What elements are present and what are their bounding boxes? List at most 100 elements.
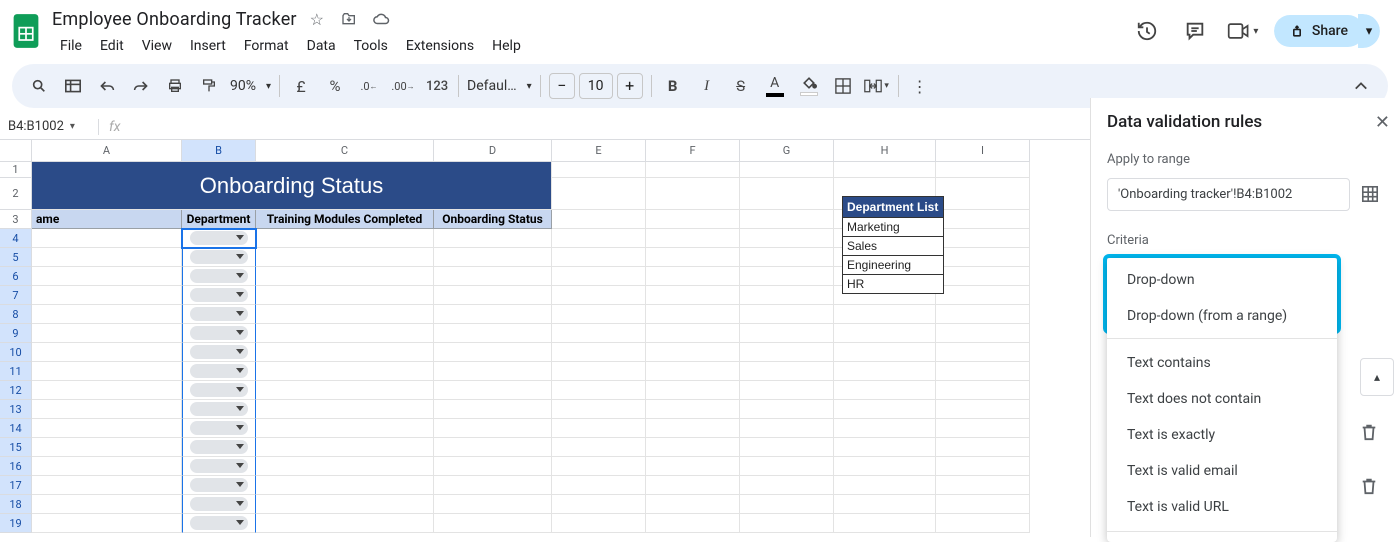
cell[interactable] [434, 438, 552, 457]
cell[interactable] [552, 324, 646, 343]
cell[interactable] [256, 457, 434, 476]
row-header[interactable]: 17 [0, 476, 32, 495]
cell[interactable] [834, 457, 936, 476]
cell[interactable] [646, 324, 740, 343]
cell[interactable] [740, 210, 834, 229]
row-header[interactable]: 9 [0, 324, 32, 343]
cell[interactable] [646, 476, 740, 495]
cell[interactable] [182, 381, 256, 400]
cell[interactable] [740, 419, 834, 438]
cell[interactable] [552, 381, 646, 400]
cell[interactable] [434, 400, 552, 419]
col-header[interactable]: F [646, 140, 740, 162]
cell[interactable] [646, 229, 740, 248]
cell[interactable] [552, 343, 646, 362]
cell[interactable] [834, 495, 936, 514]
cell[interactable] [834, 438, 936, 457]
cell[interactable] [182, 476, 256, 495]
cell[interactable] [182, 248, 256, 267]
cell[interactable] [740, 457, 834, 476]
cell[interactable] [646, 419, 740, 438]
cell[interactable] [434, 381, 552, 400]
share-caret[interactable]: ▾ [1358, 14, 1380, 48]
fill-color-icon[interactable] [796, 72, 822, 100]
print-icon[interactable] [162, 72, 188, 100]
col-header[interactable]: H [834, 140, 936, 162]
cell[interactable] [182, 286, 256, 305]
col-header[interactable]: C [256, 140, 434, 162]
cell[interactable] [434, 457, 552, 476]
cell[interactable] [32, 286, 182, 305]
header-cell[interactable]: ame [32, 210, 182, 229]
cell[interactable] [646, 381, 740, 400]
number-format[interactable]: 123 [424, 72, 450, 100]
cell[interactable] [834, 514, 936, 533]
cell[interactable] [740, 286, 834, 305]
cell[interactable] [646, 286, 740, 305]
cell[interactable] [182, 419, 256, 438]
row-header[interactable]: 12 [0, 381, 32, 400]
dropdown-chip[interactable] [190, 497, 248, 511]
cell[interactable] [552, 178, 646, 210]
cell[interactable] [740, 400, 834, 419]
cell[interactable] [936, 476, 1030, 495]
cell[interactable] [740, 229, 834, 248]
col-header[interactable]: D [434, 140, 552, 162]
cell[interactable] [434, 305, 552, 324]
paint-format-icon[interactable] [196, 72, 222, 100]
cell[interactable] [834, 162, 936, 178]
cell[interactable] [646, 495, 740, 514]
cell[interactable] [434, 267, 552, 286]
close-icon[interactable]: ✕ [1375, 112, 1390, 133]
cell[interactable] [552, 457, 646, 476]
menu-help[interactable]: Help [484, 36, 529, 56]
row-header[interactable]: 3 [0, 210, 32, 229]
cell[interactable] [32, 457, 182, 476]
cell[interactable] [936, 419, 1030, 438]
cell[interactable] [256, 476, 434, 495]
cell[interactable] [182, 305, 256, 324]
decrease-decimal-icon[interactable]: .0← [356, 72, 382, 100]
cell[interactable] [434, 324, 552, 343]
undo-icon[interactable] [94, 72, 120, 100]
cell[interactable] [32, 305, 182, 324]
option-dropdown[interactable]: Drop-down [1107, 262, 1337, 298]
spreadsheet-grid[interactable]: ABCDEFGHI1Onboarding Status23ameDepartme… [0, 140, 1090, 537]
cell[interactable] [552, 438, 646, 457]
cell[interactable] [646, 457, 740, 476]
cell[interactable] [834, 419, 936, 438]
cell[interactable] [32, 381, 182, 400]
option-valid-email[interactable]: Text is valid email [1107, 453, 1337, 489]
cell[interactable] [256, 362, 434, 381]
cell[interactable] [182, 267, 256, 286]
cell[interactable] [834, 343, 936, 362]
cell[interactable] [936, 343, 1030, 362]
cell[interactable] [182, 324, 256, 343]
cell[interactable] [936, 178, 1030, 210]
cell[interactable] [740, 162, 834, 178]
dropdown-chip[interactable] [190, 383, 248, 397]
cell[interactable] [552, 162, 646, 178]
cell[interactable] [434, 343, 552, 362]
cell[interactable] [256, 419, 434, 438]
cell[interactable] [256, 514, 434, 533]
cell[interactable] [740, 267, 834, 286]
cell[interactable] [32, 229, 182, 248]
row-header[interactable]: 5 [0, 248, 32, 267]
row-header[interactable]: 4 [0, 229, 32, 248]
cell[interactable] [32, 248, 182, 267]
comment-icon[interactable] [1178, 14, 1212, 48]
option-valid-url[interactable]: Text is valid URL [1107, 489, 1337, 525]
dropdown-chip[interactable] [190, 326, 248, 340]
cell[interactable] [182, 229, 256, 248]
cell[interactable] [740, 495, 834, 514]
cell[interactable] [646, 362, 740, 381]
bold-icon[interactable]: B [660, 72, 686, 100]
cell[interactable] [182, 362, 256, 381]
cell[interactable] [936, 495, 1030, 514]
menu-insert[interactable]: Insert [182, 36, 234, 56]
cell[interactable] [936, 305, 1030, 324]
cell[interactable] [646, 438, 740, 457]
dropdown-chip[interactable] [190, 250, 248, 264]
row-header[interactable]: 7 [0, 286, 32, 305]
